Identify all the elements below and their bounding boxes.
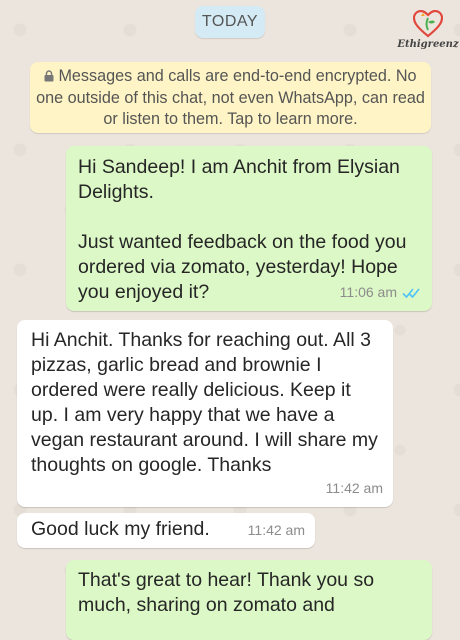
- message-bubble-incoming[interactable]: Hi Anchit. Thanks for reaching out. All …: [17, 320, 393, 507]
- message-text: That's great to hear! Thank you so much,…: [78, 569, 375, 616]
- message-bubble-incoming[interactable]: Good luck my friend. 11:42 am: [17, 513, 315, 548]
- message-time: 11:42 am: [325, 480, 383, 496]
- message-bubble-outgoing[interactable]: That's great to hear! Thank you so much,…: [66, 560, 432, 640]
- encryption-text: Messages and calls are end-to-end encryp…: [36, 67, 425, 128]
- date-chip: TODAY: [195, 6, 265, 38]
- message-meta: 11:42 am: [326, 476, 383, 501]
- read-ticks-icon: [402, 287, 420, 298]
- message-time: 11:42 am: [247, 522, 305, 538]
- message-meta: 11:06 am: [340, 280, 422, 305]
- heart-logo-icon: [413, 10, 443, 38]
- lock-icon: [44, 70, 54, 82]
- message-meta: 11:42 am: [248, 518, 305, 543]
- logo-text: Ethigreenz: [397, 39, 459, 50]
- message-time: 11:06 am: [339, 284, 397, 300]
- brand-logo: Ethigreenz: [397, 10, 459, 56]
- encryption-banner[interactable]: Messages and calls are end-to-end encryp…: [30, 62, 431, 133]
- message-bubble-outgoing[interactable]: Hi Sandeep! I am Anchit from Elysian Del…: [66, 146, 432, 311]
- message-text: Hi Anchit. Thanks for reaching out. All …: [31, 329, 378, 476]
